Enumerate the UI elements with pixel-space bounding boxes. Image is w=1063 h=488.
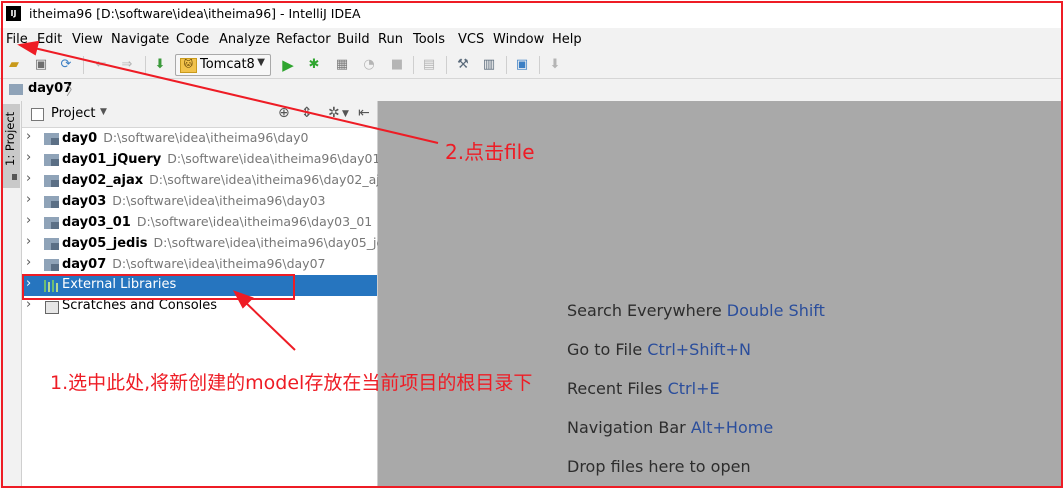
arrowhead	[232, 290, 254, 309]
annotation-arrows	[17, 40, 439, 351]
arrow-to-external-libraries	[242, 299, 296, 351]
arrowhead	[17, 40, 40, 56]
arrow-to-file-menu	[29, 46, 439, 144]
